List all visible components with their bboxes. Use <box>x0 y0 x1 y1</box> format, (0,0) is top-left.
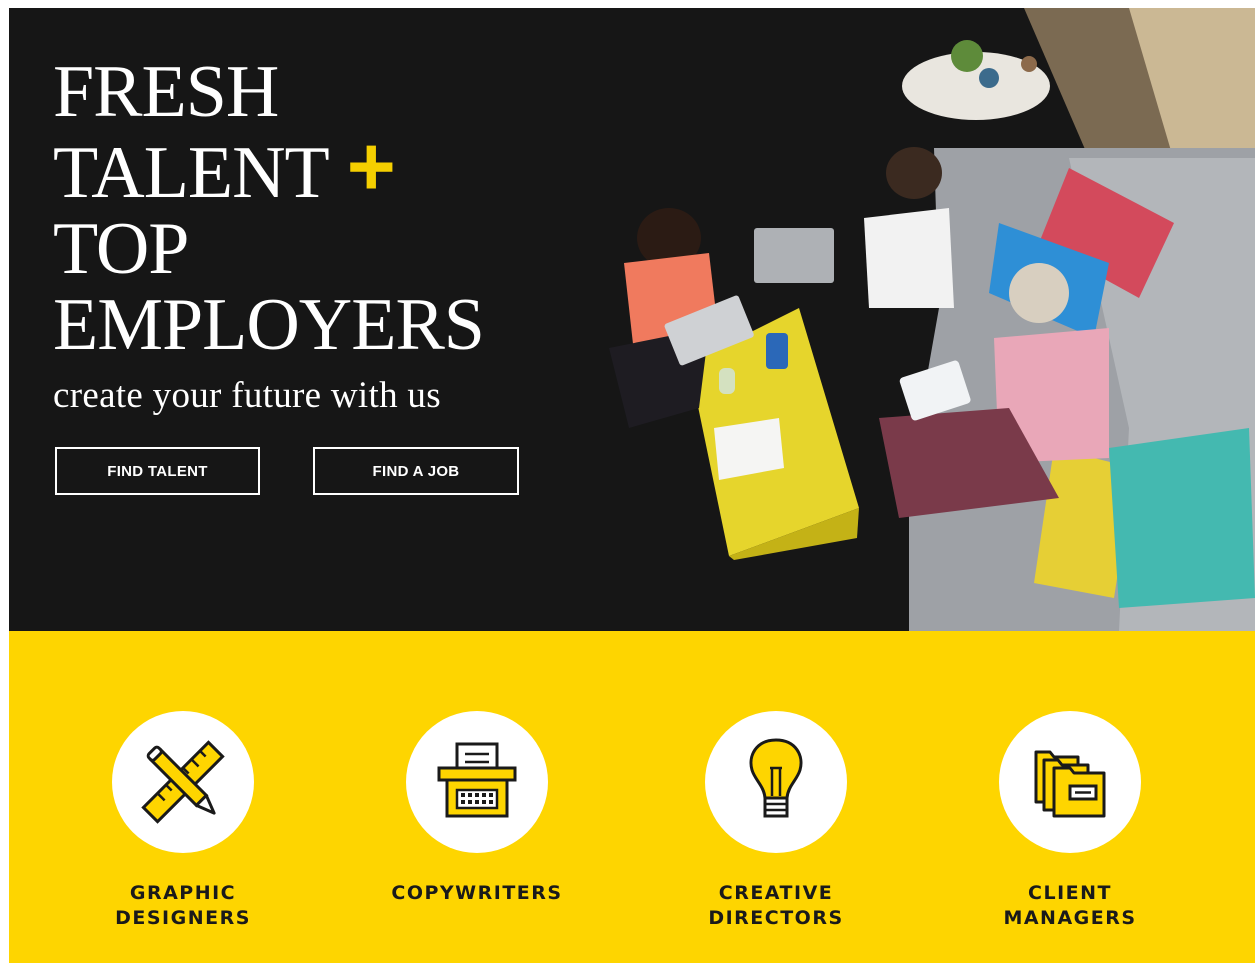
plus-icon: + <box>346 119 396 213</box>
pencil-ruler-icon <box>141 740 225 824</box>
headline-line: TOP <box>53 208 189 290</box>
page: FRESH TALENT + TOP EMPLOYERS create your … <box>9 8 1255 963</box>
category-client-managers[interactable]: CLIENT MANAGERS <box>975 711 1165 931</box>
category-circle <box>999 711 1141 853</box>
category-label: GRAPHIC DESIGNERS <box>115 882 251 929</box>
headline-line: EMPLOYERS <box>53 284 485 366</box>
category-label: COPYWRITERS <box>391 882 563 904</box>
headline-word: TALENT <box>53 132 330 214</box>
category-label: CREATIVE DIRECTORS <box>708 882 844 929</box>
headline-line: TALENT + <box>53 124 484 214</box>
hero-tagline: create your future with us <box>53 375 441 416</box>
folders-icon <box>1034 750 1106 818</box>
find-job-button[interactable]: FIND A JOB <box>313 447 519 495</box>
hero-section: FRESH TALENT + TOP EMPLOYERS create your … <box>9 8 1255 631</box>
category-circle <box>705 711 847 853</box>
category-copywriters[interactable]: COPYWRITERS <box>382 711 572 906</box>
category-graphic-designers[interactable]: GRAPHIC DESIGNERS <box>88 711 278 931</box>
hero-headline: FRESH TALENT + TOP EMPLOYERS <box>53 51 485 366</box>
category-circle <box>112 711 254 853</box>
typewriter-icon <box>437 742 517 818</box>
categories-section: GRAPHIC DESIGNERS COPYWRITERS CREATIVE D… <box>9 631 1255 963</box>
headline-line: FRESH <box>53 51 279 133</box>
category-creative-directors[interactable]: CREATIVE DIRECTORS <box>681 711 871 931</box>
category-circle <box>406 711 548 853</box>
lightbulb-icon <box>749 738 803 818</box>
find-talent-button[interactable]: FIND TALENT <box>55 447 260 495</box>
category-label: CLIENT MANAGERS <box>1003 882 1137 929</box>
